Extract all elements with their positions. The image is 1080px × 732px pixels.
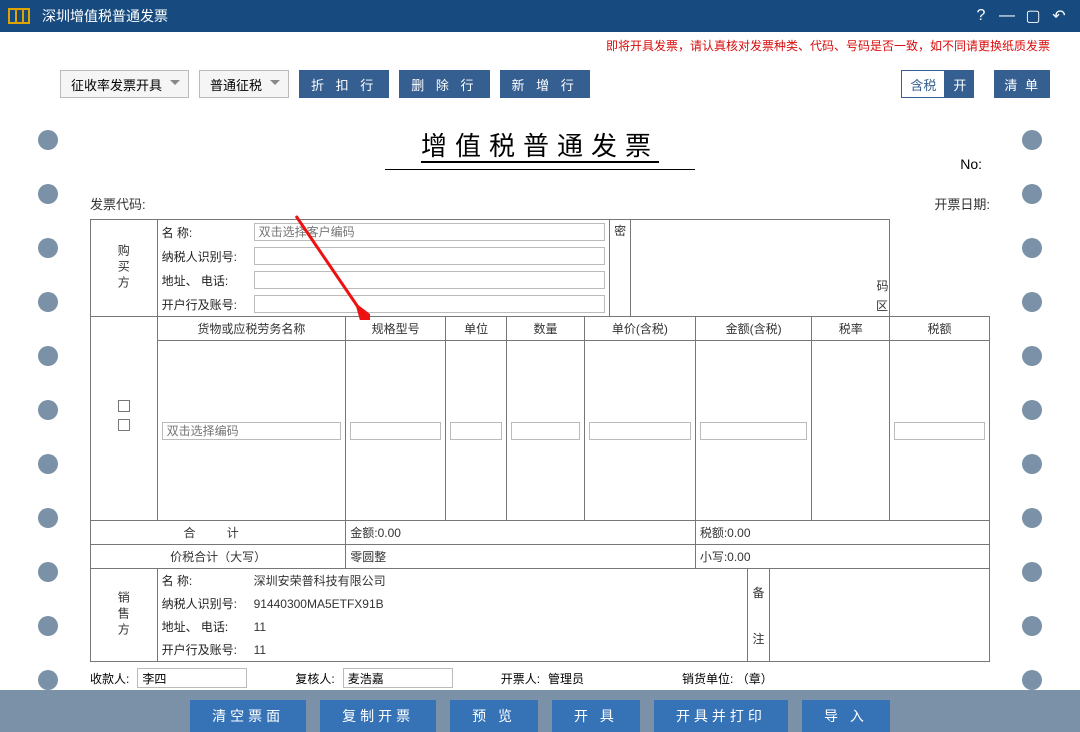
invoice-no-label: No: — [960, 156, 982, 172]
seller-addr-value: 11 — [250, 615, 748, 638]
goods-input[interactable] — [162, 422, 342, 440]
payee-label: 收款人: — [90, 670, 129, 687]
minimize-icon[interactable]: — — [994, 7, 1020, 25]
spec-input[interactable] — [350, 422, 441, 440]
action-bar: 清空票面 复制开票 预 览 开 具 开具并打印 导 入 — [0, 690, 1080, 732]
signers-row: 收款人: 复核人: 开票人: 管理员 销货单位: （章） — [90, 668, 990, 688]
remark-label-bottom: 注 — [748, 615, 769, 661]
buyer-taxid-label: 纳税人识别号: — [158, 244, 250, 268]
unit-input[interactable] — [450, 422, 502, 440]
invoice-date-label: 开票日期: — [934, 194, 990, 213]
copy-issue-button[interactable]: 复制开票 — [320, 700, 436, 732]
discount-row-button[interactable]: 折 扣 行 — [299, 70, 389, 98]
pricetax-lower: 小写:0.00 — [695, 545, 989, 569]
checkbox-column — [91, 317, 158, 521]
drawer-label: 开票人: — [501, 670, 540, 687]
sum-tax: 税额:0.00 — [695, 521, 989, 545]
invoice-code-label: 发票代码: — [90, 194, 146, 213]
window-title: 深圳增值税普通发票 — [42, 6, 168, 26]
amount-input[interactable] — [700, 422, 808, 440]
buyer-name-label: 名 称: — [158, 220, 250, 244]
password-area-label-2: 码 — [874, 277, 890, 294]
warning-bar: 即将开具发票，请认真核对发票种类、代码、号码是否一致，如不同请更换纸质发票 — [0, 32, 1080, 58]
seller-taxid-label: 纳税人识别号: — [158, 592, 250, 615]
buyer-addr-label: 地址、 电话: — [158, 268, 250, 292]
seller-section-label: 销售方 — [91, 569, 158, 662]
tax-inclusive-toggle[interactable]: 含税 开 — [901, 70, 974, 98]
back-icon[interactable]: ↶ — [1046, 6, 1072, 26]
tax-input[interactable] — [894, 422, 985, 440]
import-button[interactable]: 导 入 — [802, 700, 890, 732]
qty-cell[interactable] — [507, 341, 585, 521]
payee-input[interactable] — [137, 668, 247, 688]
seller-unit-label: 销货单位: （章） — [682, 670, 773, 687]
qingdan-button[interactable]: 清 单 — [994, 70, 1050, 98]
seller-addr-label: 地址、 电话: — [158, 615, 250, 638]
remark-label-top: 备 — [748, 569, 769, 615]
buyer-section-label: 购买方 — [91, 220, 158, 317]
invoice-frame: 购买方 名 称: 密 纳税人识别号: — [90, 219, 990, 662]
issue-print-button[interactable]: 开具并打印 — [654, 700, 788, 732]
app-logo-icon — [8, 7, 30, 25]
buyer-addr-input[interactable] — [254, 271, 606, 289]
col-tax: 税额 — [890, 317, 990, 341]
col-spec: 规格型号 — [346, 317, 446, 341]
password-area-label-3: 区 — [874, 297, 890, 314]
reviewer-input[interactable] — [343, 668, 453, 688]
seller-bank-label: 开户行及账号: — [158, 638, 250, 661]
price-input[interactable] — [589, 422, 691, 440]
tax-toggle-switch[interactable]: 开 — [945, 70, 974, 98]
delete-row-button[interactable]: 删 除 行 — [399, 70, 489, 98]
qty-input[interactable] — [511, 422, 580, 440]
clear-button[interactable]: 清空票面 — [190, 700, 306, 732]
row-checkbox-2[interactable] — [118, 419, 130, 431]
tax-toggle-label: 含税 — [901, 70, 945, 98]
col-qty: 数量 — [507, 317, 585, 341]
unit-cell[interactable] — [446, 341, 507, 521]
pricetax-label: 价税合计（大写） — [91, 545, 346, 569]
spec-cell[interactable] — [346, 341, 446, 521]
col-amount: 金额(含税) — [695, 317, 812, 341]
row-checkbox-1[interactable] — [118, 400, 130, 412]
warning-text: 即将开具发票，请认真核对发票种类、代码、号码是否一致，如不同请更换纸质发票 — [606, 37, 1050, 54]
seller-name-value: 深圳安荣普科技有限公司 — [250, 569, 748, 592]
pricetax-caps: 零圆整 — [346, 545, 696, 569]
maximize-icon[interactable]: ▢ — [1020, 6, 1046, 26]
goods-cell[interactable] — [157, 341, 346, 521]
sprocket-holes-left — [18, 130, 78, 690]
col-unit: 单位 — [446, 317, 507, 341]
col-goods: 货物或应税劳务名称 — [157, 317, 346, 341]
tax-type-dropdown[interactable]: 普通征税 — [199, 70, 289, 98]
col-taxrate: 税率 — [812, 317, 890, 341]
remark-area[interactable] — [769, 569, 989, 661]
collection-rate-dropdown[interactable]: 征收率发票开具 — [60, 70, 189, 98]
col-price: 单价(含税) — [584, 317, 695, 341]
price-cell[interactable] — [584, 341, 695, 521]
amount-cell[interactable] — [695, 341, 812, 521]
tax-cell[interactable] — [890, 341, 990, 521]
taxrate-cell[interactable] — [812, 341, 890, 521]
toolbar: 征收率发票开具 普通征税 折 扣 行 删 除 行 新 增 行 含税 开 清 单 — [0, 58, 1080, 110]
password-area-label-1: 密 — [610, 220, 631, 316]
help-icon[interactable]: ? — [968, 7, 994, 25]
issue-button[interactable]: 开 具 — [552, 700, 640, 732]
reviewer-label: 复核人: — [295, 670, 334, 687]
buyer-bank-label: 开户行及账号: — [158, 292, 250, 316]
seller-taxid-value: 91440300MA5ETFX91B — [250, 592, 748, 615]
title-bar: 深圳增值税普通发票 ? — ▢ ↶ — [0, 0, 1080, 32]
buyer-bank-input[interactable] — [254, 295, 606, 313]
heji-label: 合 计 — [91, 521, 346, 545]
sum-amount: 金额:0.00 — [346, 521, 696, 545]
seller-name-label: 名 称: — [158, 569, 250, 592]
buyer-taxid-input[interactable] — [254, 247, 606, 265]
invoice-title: 增值税普通发票 — [90, 126, 990, 167]
seller-bank-value: 11 — [250, 638, 748, 661]
buyer-name-input[interactable] — [254, 223, 606, 241]
drawer-value: 管理员 — [548, 670, 584, 687]
invoice-paper: 增值税普通发票 No: 发票代码: 开票日期: 购买方 名 称: 密 — [0, 110, 1080, 690]
preview-button[interactable]: 预 览 — [450, 700, 538, 732]
sprocket-holes-right — [1002, 130, 1062, 690]
add-row-button[interactable]: 新 增 行 — [500, 70, 590, 98]
